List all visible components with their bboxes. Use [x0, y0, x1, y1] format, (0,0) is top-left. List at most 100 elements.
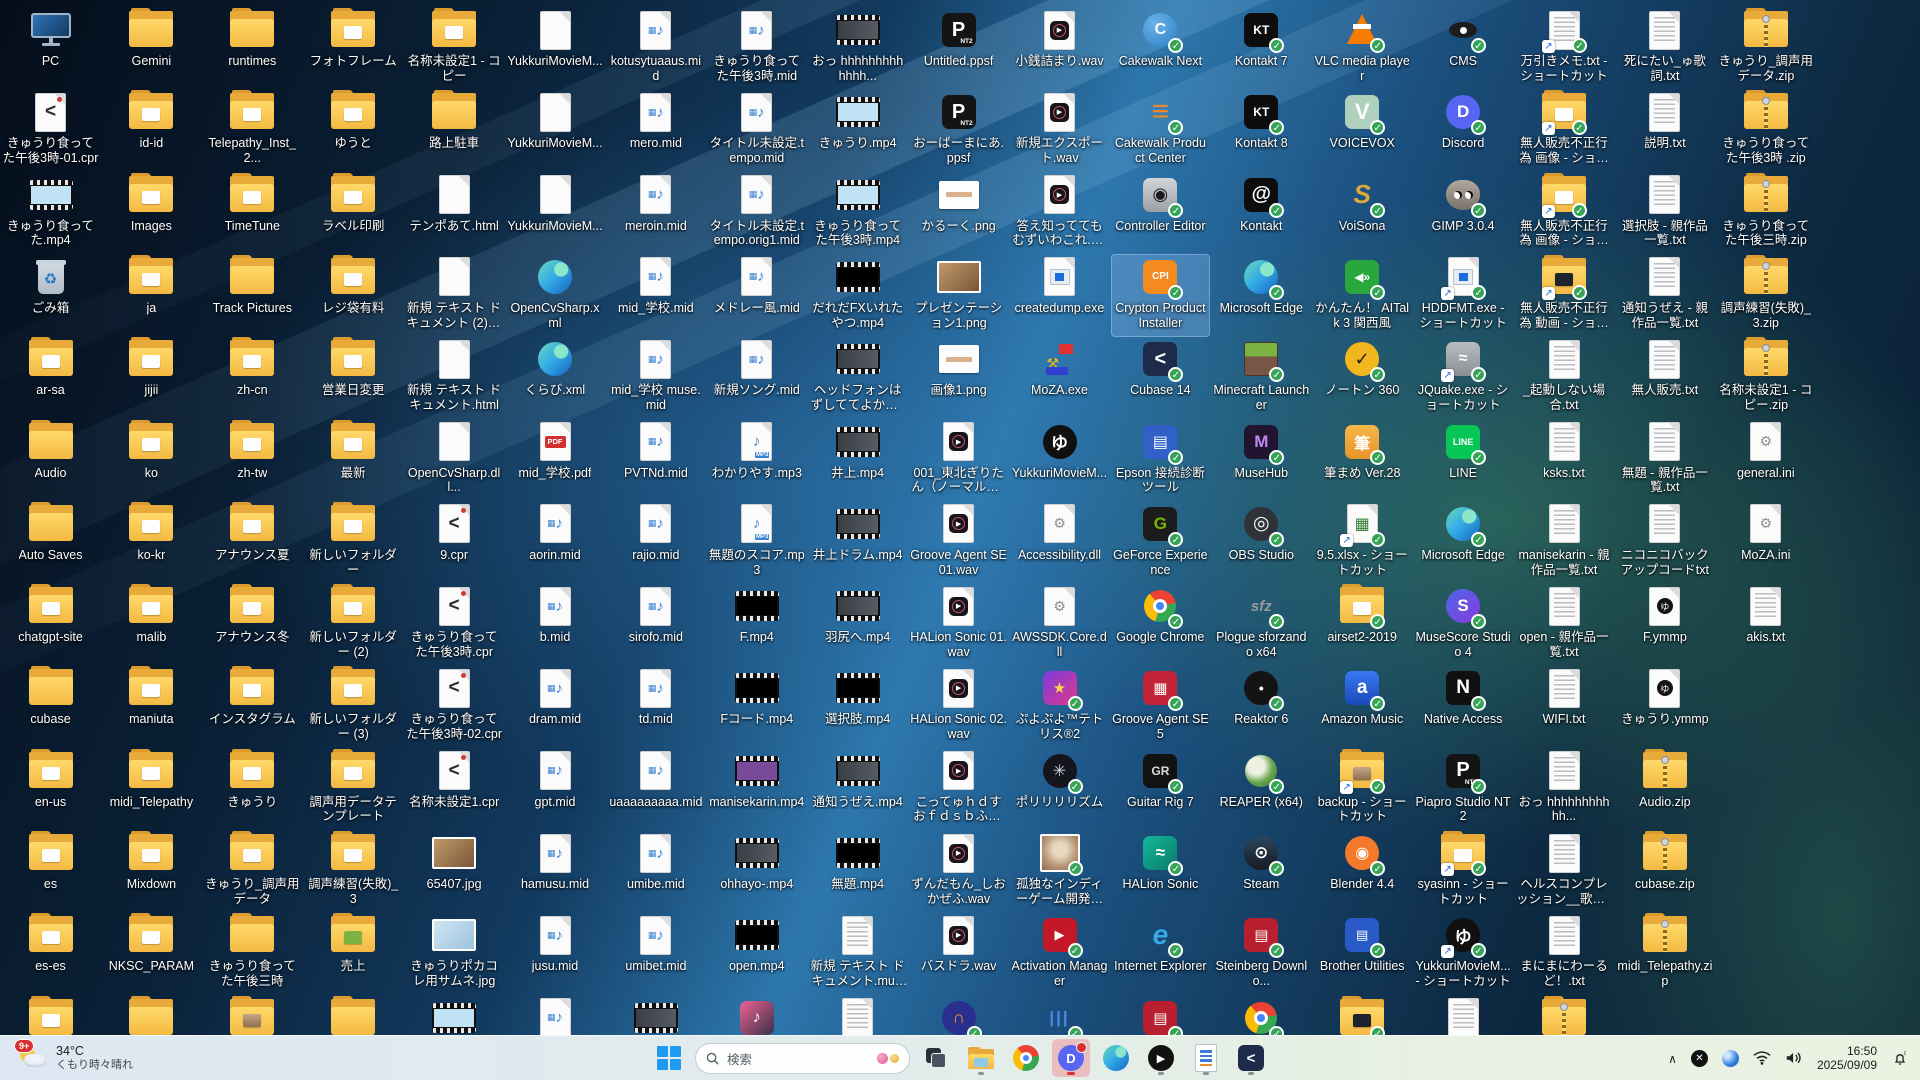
desktop-icon[interactable]: きゅうり.mp4: [809, 90, 906, 171]
desktop-icon[interactable]: <9.cpr: [406, 502, 503, 583]
clock-widget[interactable]: 16:50 2025/09/09: [1812, 1041, 1882, 1075]
desktop-icon[interactable]: ▦♪メドレー風.mid: [708, 255, 805, 336]
desktop-icon[interactable]: 調声練習(失敗)_3.zip: [1717, 255, 1814, 336]
desktop-icon[interactable]: •✓Reaktor 6: [1213, 666, 1310, 747]
desktop-icon[interactable]: ar-sa: [2, 337, 99, 418]
desktop-icon[interactable]: zh-cn: [204, 337, 301, 418]
desktop-icon[interactable]: PNT2Untitled.ppsf: [910, 8, 1007, 89]
desktop-icon[interactable]: ゆF.ymmp: [1616, 584, 1713, 665]
desktop-icon[interactable]: ヘッドフォンはずしててよかっt.mp4: [809, 337, 906, 418]
desktop-icon[interactable]: @✓Kontakt: [1213, 173, 1310, 254]
desktop-icon[interactable]: ▶HALion Sonic 01.wav: [910, 584, 1007, 665]
desktop-icon[interactable]: a✓Amazon Music: [1314, 666, 1411, 747]
desktop-icon[interactable]: YukkuriMovieM...: [507, 90, 604, 171]
desktop-icon[interactable]: ▦✓Groove Agent SE 5: [1112, 666, 1209, 747]
desktop-icon[interactable]: ✓↗HDDFMT.exe - ショートカット: [1415, 255, 1512, 336]
start-button[interactable]: [650, 1039, 688, 1077]
desktop-icon[interactable]: malib: [103, 584, 200, 665]
desktop-icon[interactable]: TimeTune: [204, 173, 301, 254]
desktop-icon[interactable]: open.mp4: [708, 913, 805, 994]
desktop-icon[interactable]: manisekarin - 親作品一覧.txt: [1516, 502, 1613, 583]
desktop-icon[interactable]: ▦♪dram.mid: [507, 666, 604, 747]
desktop-icon[interactable]: 65407.jpg: [406, 831, 503, 912]
desktop-icon[interactable]: プレゼンテーション1.png: [910, 255, 1007, 336]
desktop-icon[interactable]: N✓Native Access: [1415, 666, 1512, 747]
desktop-icon[interactable]: ▶Groove Agent SE 01.wav: [910, 502, 1007, 583]
desktop-icon[interactable]: <きゅうり食ってた午後3時-02.cpr: [406, 666, 503, 747]
desktop-icon[interactable]: ▦♪umibe.mid: [607, 831, 704, 912]
desktop-icon[interactable]: 新規 テキスト ドキュメント (2).html: [406, 255, 503, 336]
desktop-icon[interactable]: 調声練習(失敗)_3: [305, 831, 402, 912]
desktop-icon[interactable]: ◎✓OBS Studio: [1213, 502, 1310, 583]
desktop-icon[interactable]: Images: [103, 173, 200, 254]
desktop-icon[interactable]: ♪MP3無題のスコア.mp3: [708, 502, 805, 583]
desktop-icon[interactable]: ヘルスコンプレッション__歌詞.txt: [1516, 831, 1613, 912]
desktop-icon[interactable]: 井上ドラム.mp4: [809, 502, 906, 583]
desktop-icon[interactable]: createdump.exe: [1011, 255, 1108, 336]
desktop-icon[interactable]: 路上駐車: [406, 90, 503, 171]
desktop-icon[interactable]: ⚙Accessibility.dll: [1011, 502, 1108, 583]
desktop-icon[interactable]: ▦♪PVTNd.mid: [607, 420, 704, 501]
desktop-icon[interactable]: PNT2おーばーまにあ.ppsf: [910, 90, 1007, 171]
desktop-icon[interactable]: ▦♪jusu.mid: [507, 913, 604, 994]
desktop-icon[interactable]: 売上: [305, 913, 402, 994]
desktop-icon[interactable]: ▦♪hamusu.mid: [507, 831, 604, 912]
desktop-icon[interactable]: ⚙AWSSDK.Core.dll: [1011, 584, 1108, 665]
desktop-icon[interactable]: ✓REAPER (x64): [1213, 749, 1310, 830]
desktop-icon[interactable]: ✓↗無人販売不正行為 画像 - ショートカット: [1516, 173, 1613, 254]
desktop-icon[interactable]: 選択肢.mp4: [809, 666, 906, 747]
desktop-icon[interactable]: ⚙general.ini: [1717, 420, 1814, 501]
desktop-icon[interactable]: 営業日変更: [305, 337, 402, 418]
desktop-icon[interactable]: V✓VOICEVOX: [1314, 90, 1411, 171]
desktop-icon[interactable]: きゅうり_調声用データ: [204, 831, 301, 912]
desktop-icon[interactable]: テンポあて.html: [406, 173, 503, 254]
desktop-icon[interactable]: 通知うぜえ.mp4: [809, 749, 906, 830]
desktop-icon[interactable]: Mixdown: [103, 831, 200, 912]
desktop-icon[interactable]: manisekarin.mp4: [708, 749, 805, 830]
desktop-icon[interactable]: ▦♪mid_学校 muse.mid: [607, 337, 704, 418]
desktop-icon[interactable]: PC: [2, 8, 99, 89]
desktop-icon[interactable]: Fコード.mp4: [708, 666, 805, 747]
desktop-icon[interactable]: ja: [103, 255, 200, 336]
desktop-icon[interactable]: PNT2✓Piapro Studio NT2: [1415, 749, 1512, 830]
desktop-icon[interactable]: ≈✓HALion Sonic: [1112, 831, 1209, 912]
desktop-icon[interactable]: KT✓Kontakt 8: [1213, 90, 1310, 171]
desktop-icon[interactable]: e✓Internet Explorer: [1112, 913, 1209, 994]
desktop-icon[interactable]: アナウンス冬: [204, 584, 301, 665]
desktop-icon[interactable]: chatgpt-site: [2, 584, 99, 665]
desktop-icon[interactable]: Track Pictures: [204, 255, 301, 336]
desktop-icon[interactable]: インスタグラム: [204, 666, 301, 747]
desktop-icon[interactable]: 無題.mp4: [809, 831, 906, 912]
desktop-icon[interactable]: ▦♪mid_学校.mid: [607, 255, 704, 336]
desktop-icon[interactable]: きゅうり食ってた午後3時 .zip: [1717, 90, 1814, 171]
desktop-icon[interactable]: ✓↗syasinn - ショートカット: [1415, 831, 1512, 912]
desktop-icon[interactable]: ▦♪sirofo.mid: [607, 584, 704, 665]
desktop-icon[interactable]: midi_Telepathy: [103, 749, 200, 830]
desktop-icon[interactable]: PDFmid_学校.pdf: [507, 420, 604, 501]
notes-button[interactable]: [1187, 1039, 1225, 1077]
desktop-icon[interactable]: ✓↗万引きメモ.txt - ショートカット: [1516, 8, 1613, 89]
edge-button[interactable]: [1097, 1039, 1135, 1077]
desktop-icon[interactable]: 筆✓筆まめ Ver.28: [1314, 420, 1411, 501]
desktop-icon[interactable]: F.mp4: [708, 584, 805, 665]
tray-x-app-button[interactable]: ✕: [1686, 1041, 1713, 1075]
desktop-icon[interactable]: 説明.txt: [1616, 90, 1713, 171]
desktop-icon[interactable]: きゅうりポカコレ用サムネ.jpg: [406, 913, 503, 994]
desktop-icon[interactable]: YukkuriMovieM...: [507, 8, 604, 89]
desktop-icon[interactable]: Audio: [2, 420, 99, 501]
desktop-icon[interactable]: ▶001_東北ぎりたん（ノーマル）_今じゃ...: [910, 420, 1007, 501]
desktop-icon[interactable]: cubase.zip: [1616, 831, 1713, 912]
desktop-icon[interactable]: ニコニコバックアップコードtxt: [1616, 502, 1713, 583]
desktop-icon[interactable]: D✓Discord: [1415, 90, 1512, 171]
desktop-icon[interactable]: きゅうり食ってた午後三時.zip: [1717, 173, 1814, 254]
desktop-icon[interactable]: レジ袋有料: [305, 255, 402, 336]
desktop-icon[interactable]: 名称未設定1 - コピー: [406, 8, 503, 89]
desktop-icon[interactable]: ▤✓Brother Utilities: [1314, 913, 1411, 994]
desktop-icon[interactable]: ▦♪タイトル未設定.tempo.mid: [708, 90, 805, 171]
desktop-icon[interactable]: ✓Google Chrome: [1112, 584, 1209, 665]
desktop-icon[interactable]: ko: [103, 420, 200, 501]
desktop-icon[interactable]: GR✓Guitar Rig 7: [1112, 749, 1209, 830]
desktop-icon[interactable]: <きゅうり食ってた午後3時.cpr: [406, 584, 503, 665]
desktop-icon[interactable]: Audio.zip: [1616, 749, 1713, 830]
desktop-icon[interactable]: きゅうり: [204, 749, 301, 830]
